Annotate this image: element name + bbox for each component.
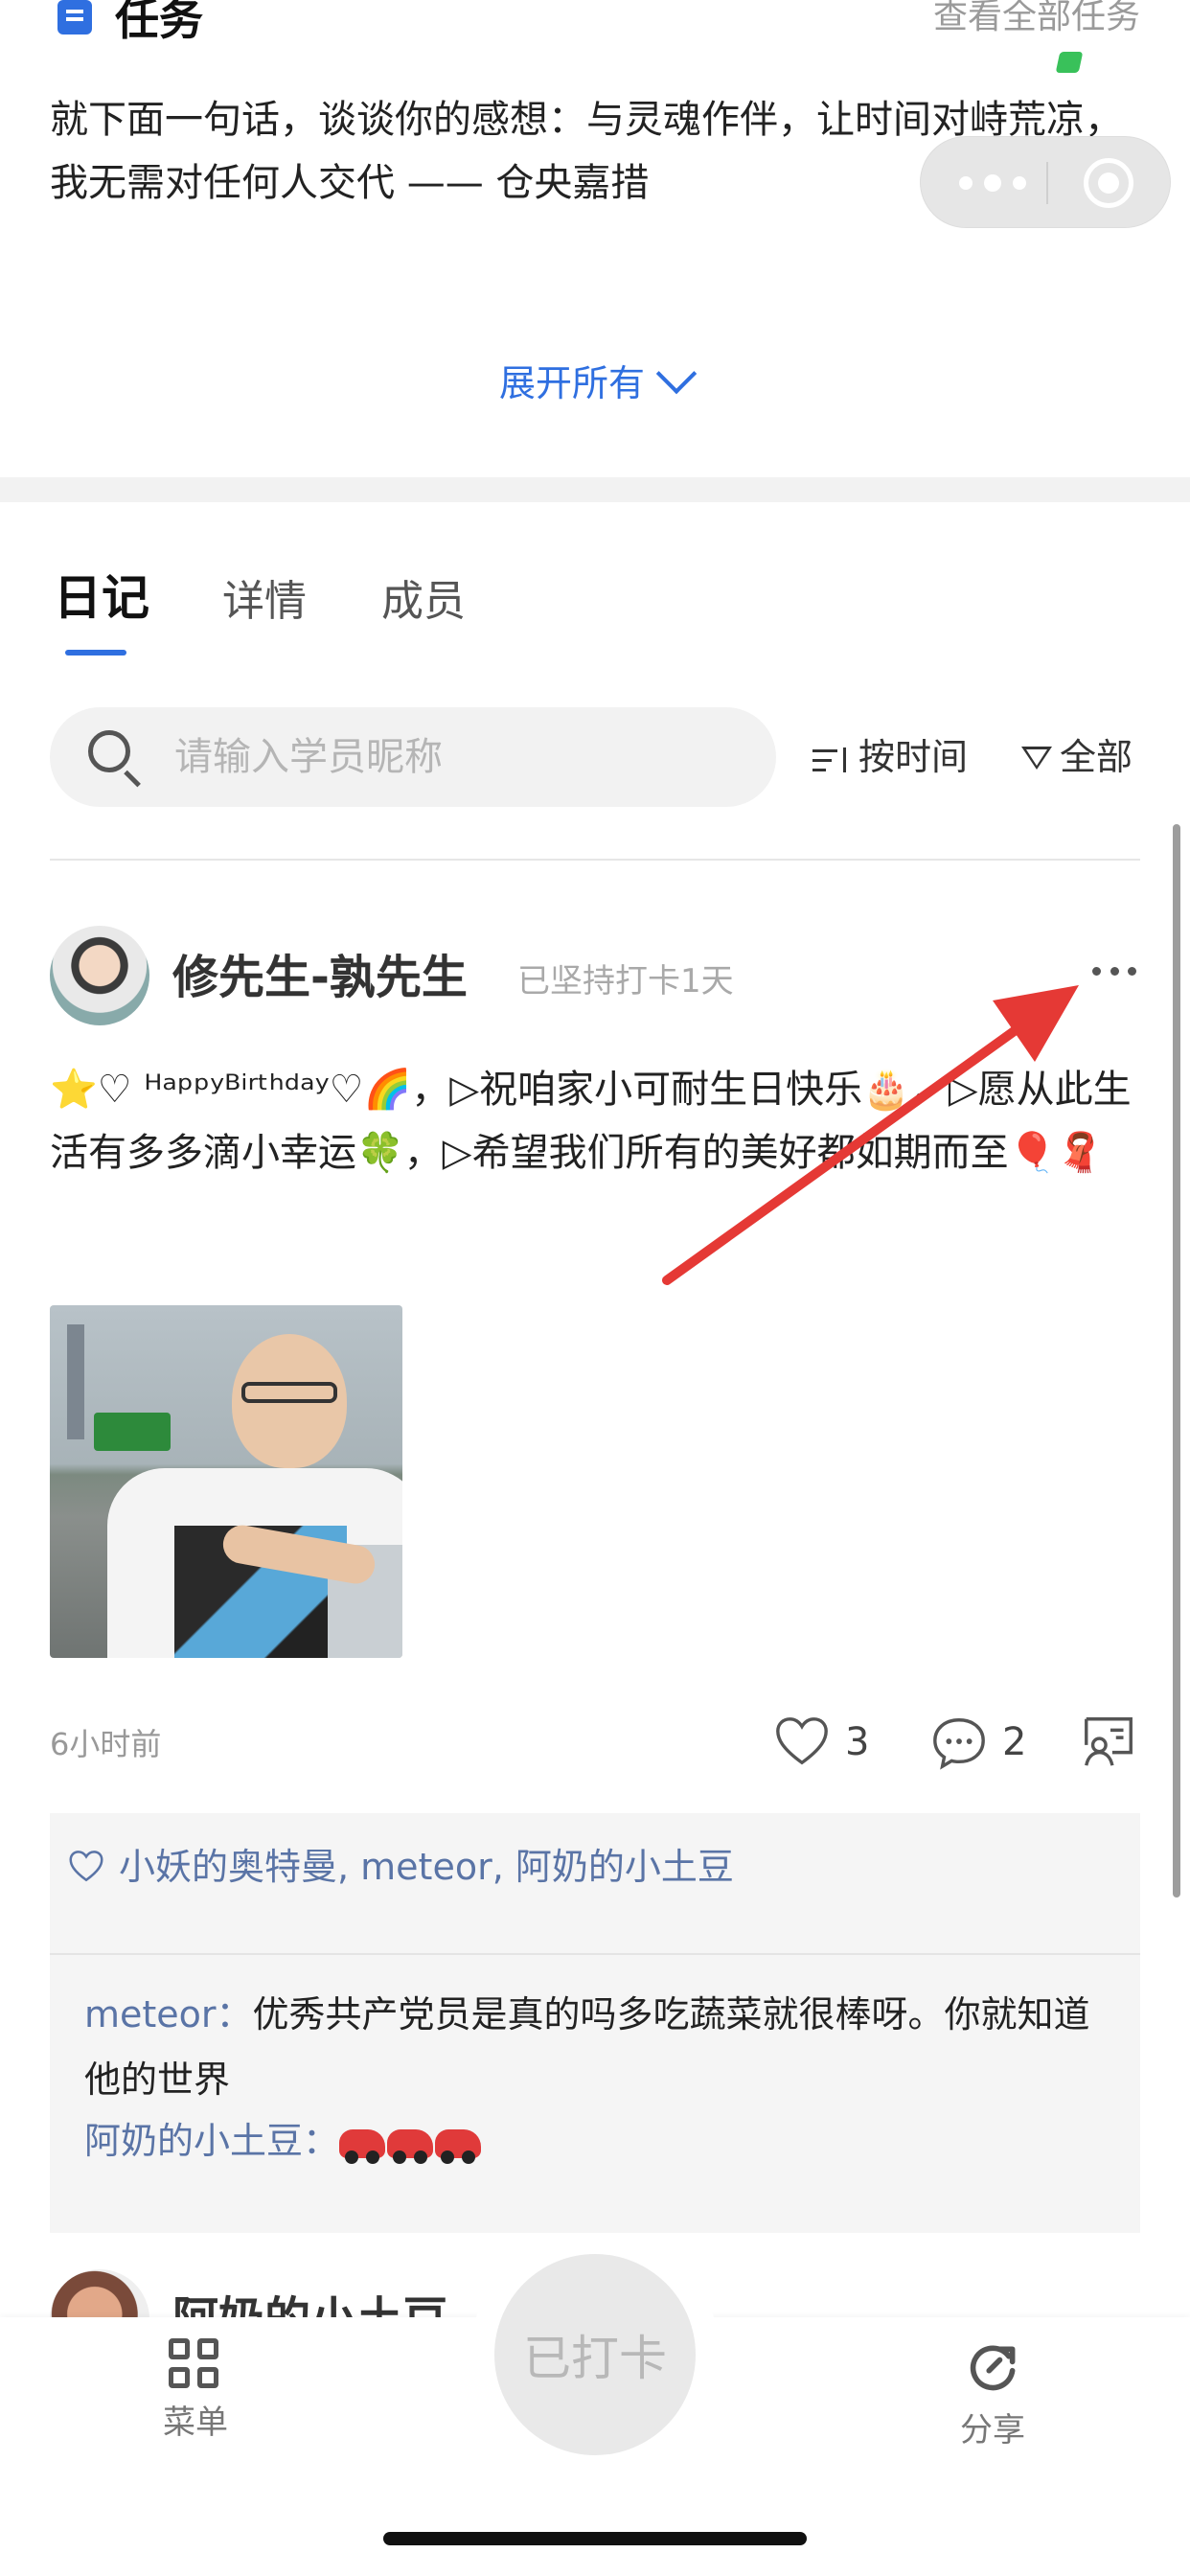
search-icon: [88, 730, 130, 772]
refresh-share-icon: [970, 2345, 1016, 2391]
expand-all-label: 展开所有: [498, 362, 645, 404]
task-section-title: 任务: [115, 0, 203, 45]
filter-all-button[interactable]: 全部: [1021, 730, 1133, 784]
status-indicator-icon: [1055, 52, 1084, 73]
capsule-close-icon[interactable]: [1084, 158, 1133, 208]
comment-item[interactable]: 阿奶的小土豆：: [84, 2108, 1119, 2174]
nav-menu-label: 菜单: [163, 2404, 228, 2442]
nav-menu[interactable]: 菜单: [109, 2338, 282, 2446]
post-author-name[interactable]: 修先生-孰先生: [172, 949, 468, 1006]
nav-share-label: 分享: [960, 2411, 1025, 2450]
nav-share[interactable]: 分享: [906, 2338, 1079, 2453]
tab-members[interactable]: 成员: [381, 573, 466, 631]
like-button[interactable]: 3: [772, 1712, 869, 1773]
sort-by-time-button[interactable]: 按时间: [812, 730, 968, 784]
sort-label: 按时间: [858, 736, 969, 778]
search-bar: [50, 707, 776, 807]
heart-icon: [776, 1717, 828, 1765]
list-divider: [50, 859, 1140, 861]
filter-icon: [1021, 746, 1052, 770]
share-card-icon: [1085, 1717, 1133, 1766]
comment-author[interactable]: 阿奶的小土豆：: [84, 2120, 339, 2162]
panel-divider: [50, 1953, 1140, 1955]
checkin-button[interactable]: 已打卡: [494, 2254, 696, 2455]
tab-diary[interactable]: 日记: [54, 569, 149, 627]
liked-by-line: 小妖的奥特曼, meteor, 阿奶的小土豆: [67, 1840, 734, 1894]
comment-emoji-cars: [339, 2120, 483, 2164]
chevron-down-icon: [655, 353, 698, 395]
expand-all-button[interactable]: 展开所有: [0, 353, 1190, 410]
share-card-button[interactable]: [1079, 1712, 1152, 1771]
comment-icon: [933, 1718, 985, 1770]
avatar[interactable]: [50, 926, 149, 1025]
interaction-panel: 小妖的奥特曼, meteor, 阿奶的小土豆 meteor：优秀共产党员是真的吗…: [50, 1813, 1140, 2233]
tab-details[interactable]: 详情: [222, 573, 307, 631]
car-icon: [339, 2128, 386, 2164]
active-tab-indicator: [65, 650, 126, 656]
post-timestamp: 6小时前: [50, 1726, 162, 1762]
car-icon: [387, 2128, 434, 2164]
like-count: 3: [845, 1720, 870, 1764]
section-separator: [0, 477, 1190, 502]
post-photo[interactable]: [50, 1305, 402, 1658]
more-icon[interactable]: [1092, 962, 1136, 979]
capsule-divider: [1046, 162, 1048, 204]
filter-label: 全部: [1060, 736, 1133, 778]
home-indicator: [383, 2532, 807, 2545]
comment-item[interactable]: meteor：优秀共产党员是真的吗多吃蔬菜就很棒呀。你就知道他的世界: [84, 1982, 1119, 2112]
comment-author[interactable]: meteor：: [84, 1993, 253, 2036]
car-icon: [435, 2128, 482, 2164]
sort-icon: [812, 746, 851, 774]
liked-by-names[interactable]: 小妖的奥特曼, meteor, 阿奶的小土豆: [119, 1840, 734, 1894]
capsule-more-icon[interactable]: [959, 168, 1026, 198]
view-all-tasks-link[interactable]: 查看全部任务: [933, 0, 1140, 40]
search-input[interactable]: [174, 726, 730, 788]
comment-button[interactable]: 2: [929, 1712, 1026, 1773]
post-streak-badge: 已坚持打卡1天: [517, 962, 734, 1000]
miniprogram-capsule: [920, 136, 1171, 228]
scrollbar[interactable]: [1173, 824, 1180, 1898]
comment-count: 2: [1002, 1720, 1027, 1764]
heart-small-icon: [69, 1851, 103, 1882]
document-icon: [57, 0, 92, 34]
grid-menu-icon: [169, 2338, 222, 2392]
post-body-text: ⭐♡ ᴴᵃᵖᵖʸᴮⁱʳᵗʰᵈᵃʸ♡🌈，▷祝咱家小可耐生日快乐🎂，▷愿从此生活有多…: [50, 1068, 1132, 1175]
